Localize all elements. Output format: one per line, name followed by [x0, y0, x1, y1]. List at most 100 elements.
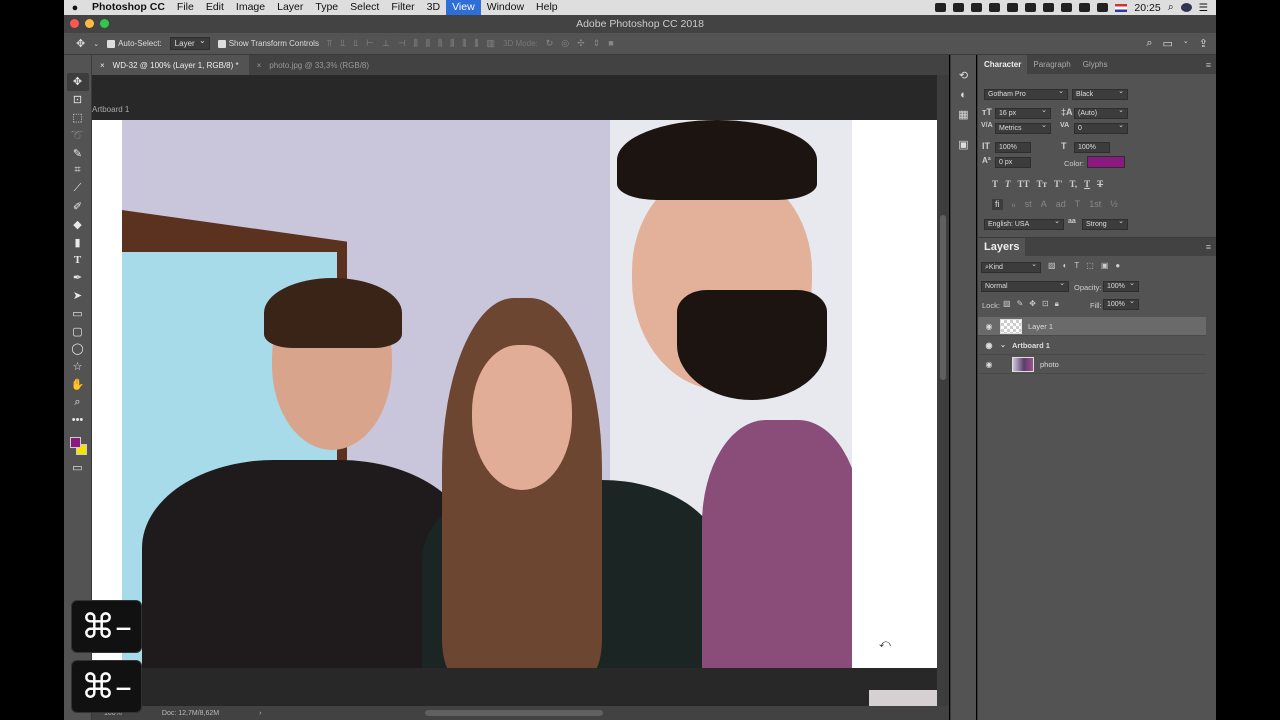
more-tools-icon[interactable]: •••	[67, 411, 89, 429]
canvas-scrollbar-vertical[interactable]	[937, 75, 949, 706]
canvas-scrollbar-horizontal[interactable]	[92, 706, 937, 720]
distribute-icon[interactable]: ⫼	[414, 38, 418, 49]
language-select[interactable]: English: USA	[984, 218, 1064, 230]
brush-tool-icon[interactable]: ✐	[67, 198, 89, 216]
input-flag-icon[interactable]	[1115, 3, 1128, 12]
search-icon[interactable]: ⌕	[1146, 37, 1152, 50]
subscript-button[interactable]: T,	[1069, 179, 1077, 189]
scrollbar-thumb[interactable]	[940, 215, 946, 380]
blend-mode-select[interactable]: Normal	[981, 280, 1069, 292]
history-icon[interactable]: ⟲	[959, 69, 968, 82]
stylistic-alternates-button[interactable]: ad	[1056, 199, 1066, 210]
minimize-button[interactable]	[85, 19, 94, 28]
menu-select[interactable]: Select	[344, 0, 385, 15]
3d-rotate-icon[interactable]: ↻	[546, 38, 554, 49]
font-style-select[interactable]: Black	[1072, 88, 1128, 100]
3d-drag-icon[interactable]: ✣	[577, 38, 585, 49]
layer-row-photo[interactable]: ◉ photo	[978, 355, 1206, 374]
document-canvas[interactable]: Artboard 1 ⤺	[92, 75, 937, 706]
align-right-icon[interactable]: ⊣	[398, 38, 406, 49]
superscript-button[interactable]: T'	[1054, 179, 1063, 189]
distribute-icon[interactable]: ⫼	[450, 38, 454, 49]
align-top-icon[interactable]: ⫪	[327, 38, 332, 49]
rounded-rect-tool-icon[interactable]: ▢	[67, 322, 89, 340]
volume-icon[interactable]	[1079, 3, 1091, 12]
menu-type[interactable]: Type	[309, 0, 344, 15]
eraser-tool-icon[interactable]: ◆	[67, 215, 89, 233]
panel-menu-icon[interactable]: ≡	[1206, 242, 1216, 252]
filter-toggle-icon[interactable]: ●	[1115, 261, 1120, 270]
lock-position-icon[interactable]: ✥	[1029, 299, 1036, 309]
tab-character[interactable]: Character	[978, 55, 1028, 74]
tab-photo[interactable]: × photo.jpg @ 33,3% (RGB/8)	[249, 55, 379, 75]
antialias-select[interactable]: Strong	[1082, 218, 1128, 230]
fill-field[interactable]: 100%	[1103, 298, 1139, 310]
eye-icon[interactable]: ◉	[978, 341, 1000, 350]
tracking-field[interactable]: 0	[1074, 122, 1128, 134]
lock-pixels-icon[interactable]: ✎	[1017, 299, 1024, 309]
layer-name[interactable]: Artboard 1	[1012, 341, 1050, 350]
3d-camera-icon[interactable]: ■	[608, 38, 613, 49]
lock-all-icon[interactable]: 🔒︎	[1055, 299, 1059, 309]
path-select-tool-icon[interactable]: ➤	[67, 287, 89, 305]
share-icon[interactable]: ⇪	[1199, 37, 1208, 50]
lock-transparency-icon[interactable]: ▨	[1003, 299, 1011, 309]
cloud-icon[interactable]	[1007, 3, 1019, 12]
photo-layer[interactable]	[122, 120, 852, 668]
ligatures-button[interactable]: fi	[992, 199, 1003, 210]
tab-paragraph[interactable]: Paragraph	[1027, 55, 1076, 74]
rectangle-tool-icon[interactable]: ▭	[67, 304, 89, 322]
eye-icon[interactable]: ◉	[978, 322, 1000, 331]
auto-select-dropdown[interactable]: Layer	[169, 36, 210, 50]
wifi-icon[interactable]	[1097, 3, 1109, 12]
chevron-down-icon[interactable]: ⌄	[93, 40, 99, 48]
faux-bold-button[interactable]: T	[992, 179, 998, 189]
menu-window[interactable]: Window	[481, 0, 530, 15]
type-filter-icon[interactable]: T	[1074, 261, 1079, 270]
smart-object-filter-icon[interactable]: ▣	[1101, 261, 1109, 270]
kerning-field[interactable]: Metrics	[995, 122, 1051, 134]
chevron-down-icon[interactable]: ⌄	[1183, 37, 1189, 50]
strikethrough-button[interactable]: T	[1097, 179, 1103, 189]
hand-tool-icon[interactable]: ✋	[67, 376, 89, 394]
contextual-alternates-button[interactable]: ℴ	[1012, 199, 1016, 210]
tab-wd-32[interactable]: × WD-32 @ 100% (Layer 1, RGB/8) *	[92, 55, 249, 75]
all-caps-button[interactable]: TT	[1018, 179, 1030, 189]
move-tool-icon[interactable]: ✥	[76, 37, 85, 50]
pen-tool-icon[interactable]: ✒	[67, 269, 89, 287]
opacity-field[interactable]: 100%	[1103, 280, 1139, 292]
distribute-icon[interactable]: ⫼	[426, 38, 430, 49]
layer-filter-select[interactable]: ⌕Kind	[981, 261, 1041, 273]
menu-app[interactable]: Photoshop CC	[86, 0, 171, 15]
font-family-select[interactable]: Gotham Pro	[984, 88, 1068, 100]
shape-filter-icon[interactable]: ⬚	[1086, 261, 1094, 270]
fractions-button[interactable]: ½	[1110, 199, 1118, 210]
ordinals-button[interactable]: 1st	[1089, 199, 1101, 210]
custom-shape-tool-icon[interactable]: ☆	[67, 358, 89, 376]
faux-italic-button[interactable]: T	[1005, 179, 1011, 189]
tray-app-icon[interactable]	[1025, 3, 1037, 12]
align-left-icon[interactable]: ⊢	[366, 38, 374, 49]
chevron-down-icon[interactable]: ⌄	[1000, 341, 1012, 349]
menu-edit[interactable]: Edit	[200, 0, 230, 15]
layer-row-artboard-1[interactable]: ◉ ⌄ Artboard 1	[978, 336, 1206, 355]
menu-layer[interactable]: Layer	[271, 0, 309, 15]
libraries-icon[interactable]: ▣	[958, 138, 968, 151]
menu-image[interactable]: Image	[230, 0, 271, 15]
swatches-icon[interactable]: ▦	[958, 108, 968, 121]
menu-3d[interactable]: 3D	[421, 0, 446, 15]
eyedropper-tool-icon[interactable]: ⟋	[67, 180, 89, 198]
ellipse-tool-icon[interactable]: ◯	[67, 340, 89, 358]
artboard-label[interactable]: Artboard 1	[92, 105, 129, 114]
move-tool-icon[interactable]: ✥	[66, 73, 89, 91]
menu-help[interactable]: Help	[530, 0, 564, 15]
small-caps-button[interactable]: Tт	[1037, 179, 1047, 189]
search-icon[interactable]: ⌕	[1168, 1, 1174, 14]
artboard-tool-icon[interactable]: ⊡	[67, 91, 89, 109]
menu-file[interactable]: File	[171, 0, 200, 15]
leading-field[interactable]: (Auto)	[1074, 107, 1128, 119]
panel-menu-icon[interactable]: ≡	[1206, 60, 1216, 70]
marquee-tool-icon[interactable]: ⬚	[67, 109, 89, 127]
bluetooth-icon[interactable]	[1061, 3, 1073, 12]
horizontal-scale-field[interactable]: 100%	[1074, 142, 1110, 153]
